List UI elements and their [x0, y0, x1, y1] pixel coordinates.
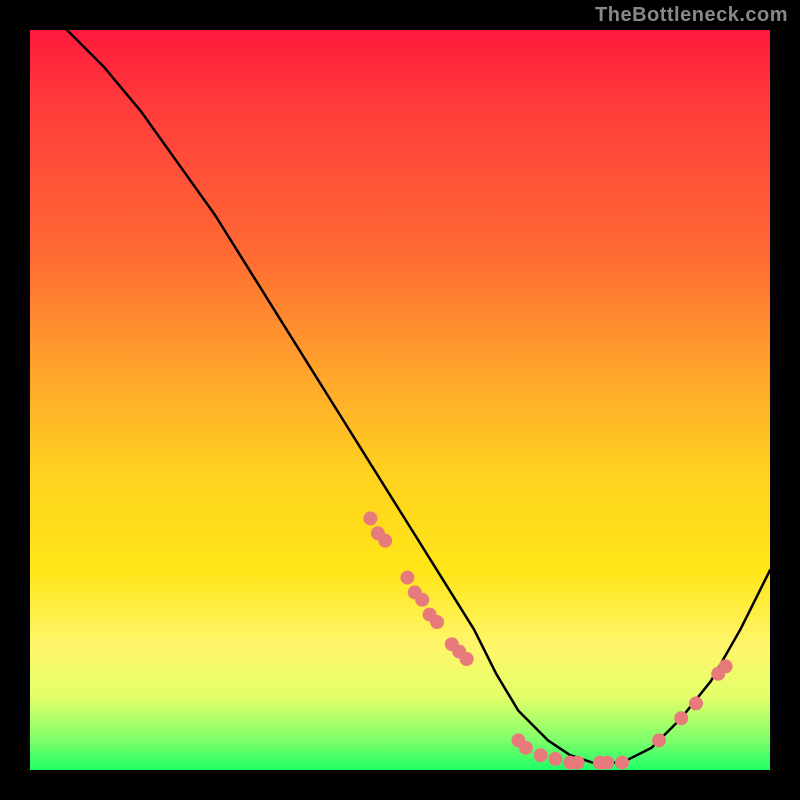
data-marker	[378, 534, 392, 548]
chart-frame: TheBottleneck.com	[0, 0, 800, 800]
chart-svg	[30, 30, 770, 770]
data-markers	[363, 511, 732, 769]
data-marker	[571, 756, 585, 770]
data-marker	[415, 593, 429, 607]
data-marker	[615, 756, 629, 770]
bottleneck-curve	[67, 30, 770, 763]
data-marker	[548, 752, 562, 766]
watermark-label: TheBottleneck.com	[595, 4, 788, 27]
data-marker	[363, 511, 377, 525]
data-marker	[534, 748, 548, 762]
data-marker	[674, 711, 688, 725]
data-marker	[460, 652, 474, 666]
plot-area	[30, 30, 770, 770]
data-marker	[689, 696, 703, 710]
data-marker	[600, 756, 614, 770]
data-marker	[652, 733, 666, 747]
data-marker	[519, 741, 533, 755]
data-marker	[400, 571, 414, 585]
data-marker	[719, 659, 733, 673]
data-marker	[430, 615, 444, 629]
